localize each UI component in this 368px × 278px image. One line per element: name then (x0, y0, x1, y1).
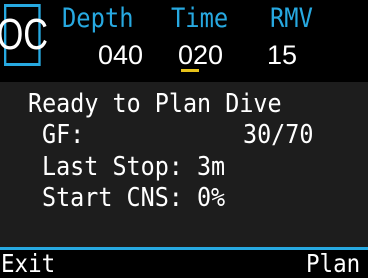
gf-value: 30/70 (243, 120, 314, 150)
mode-indicator: OC (0, 4, 48, 66)
plan-title: Ready to Plan Dive (28, 89, 282, 119)
plan-button[interactable]: Plan (306, 251, 360, 277)
exit-button[interactable]: Exit (1, 251, 55, 277)
time-label: Time (171, 3, 229, 34)
start-cns-text: Start CNS: 0% (42, 183, 226, 213)
edit-cursor (181, 69, 199, 72)
gf-label: GF: (42, 120, 85, 150)
rmv-label: RMV (270, 3, 313, 34)
depth-label: Depth (62, 3, 134, 34)
last-stop-text: Last Stop: 3m (42, 152, 226, 182)
depth-value[interactable]: 040 (98, 40, 143, 70)
rmv-value[interactable]: 15 (267, 40, 297, 70)
time-value[interactable]: 020 (178, 40, 223, 70)
